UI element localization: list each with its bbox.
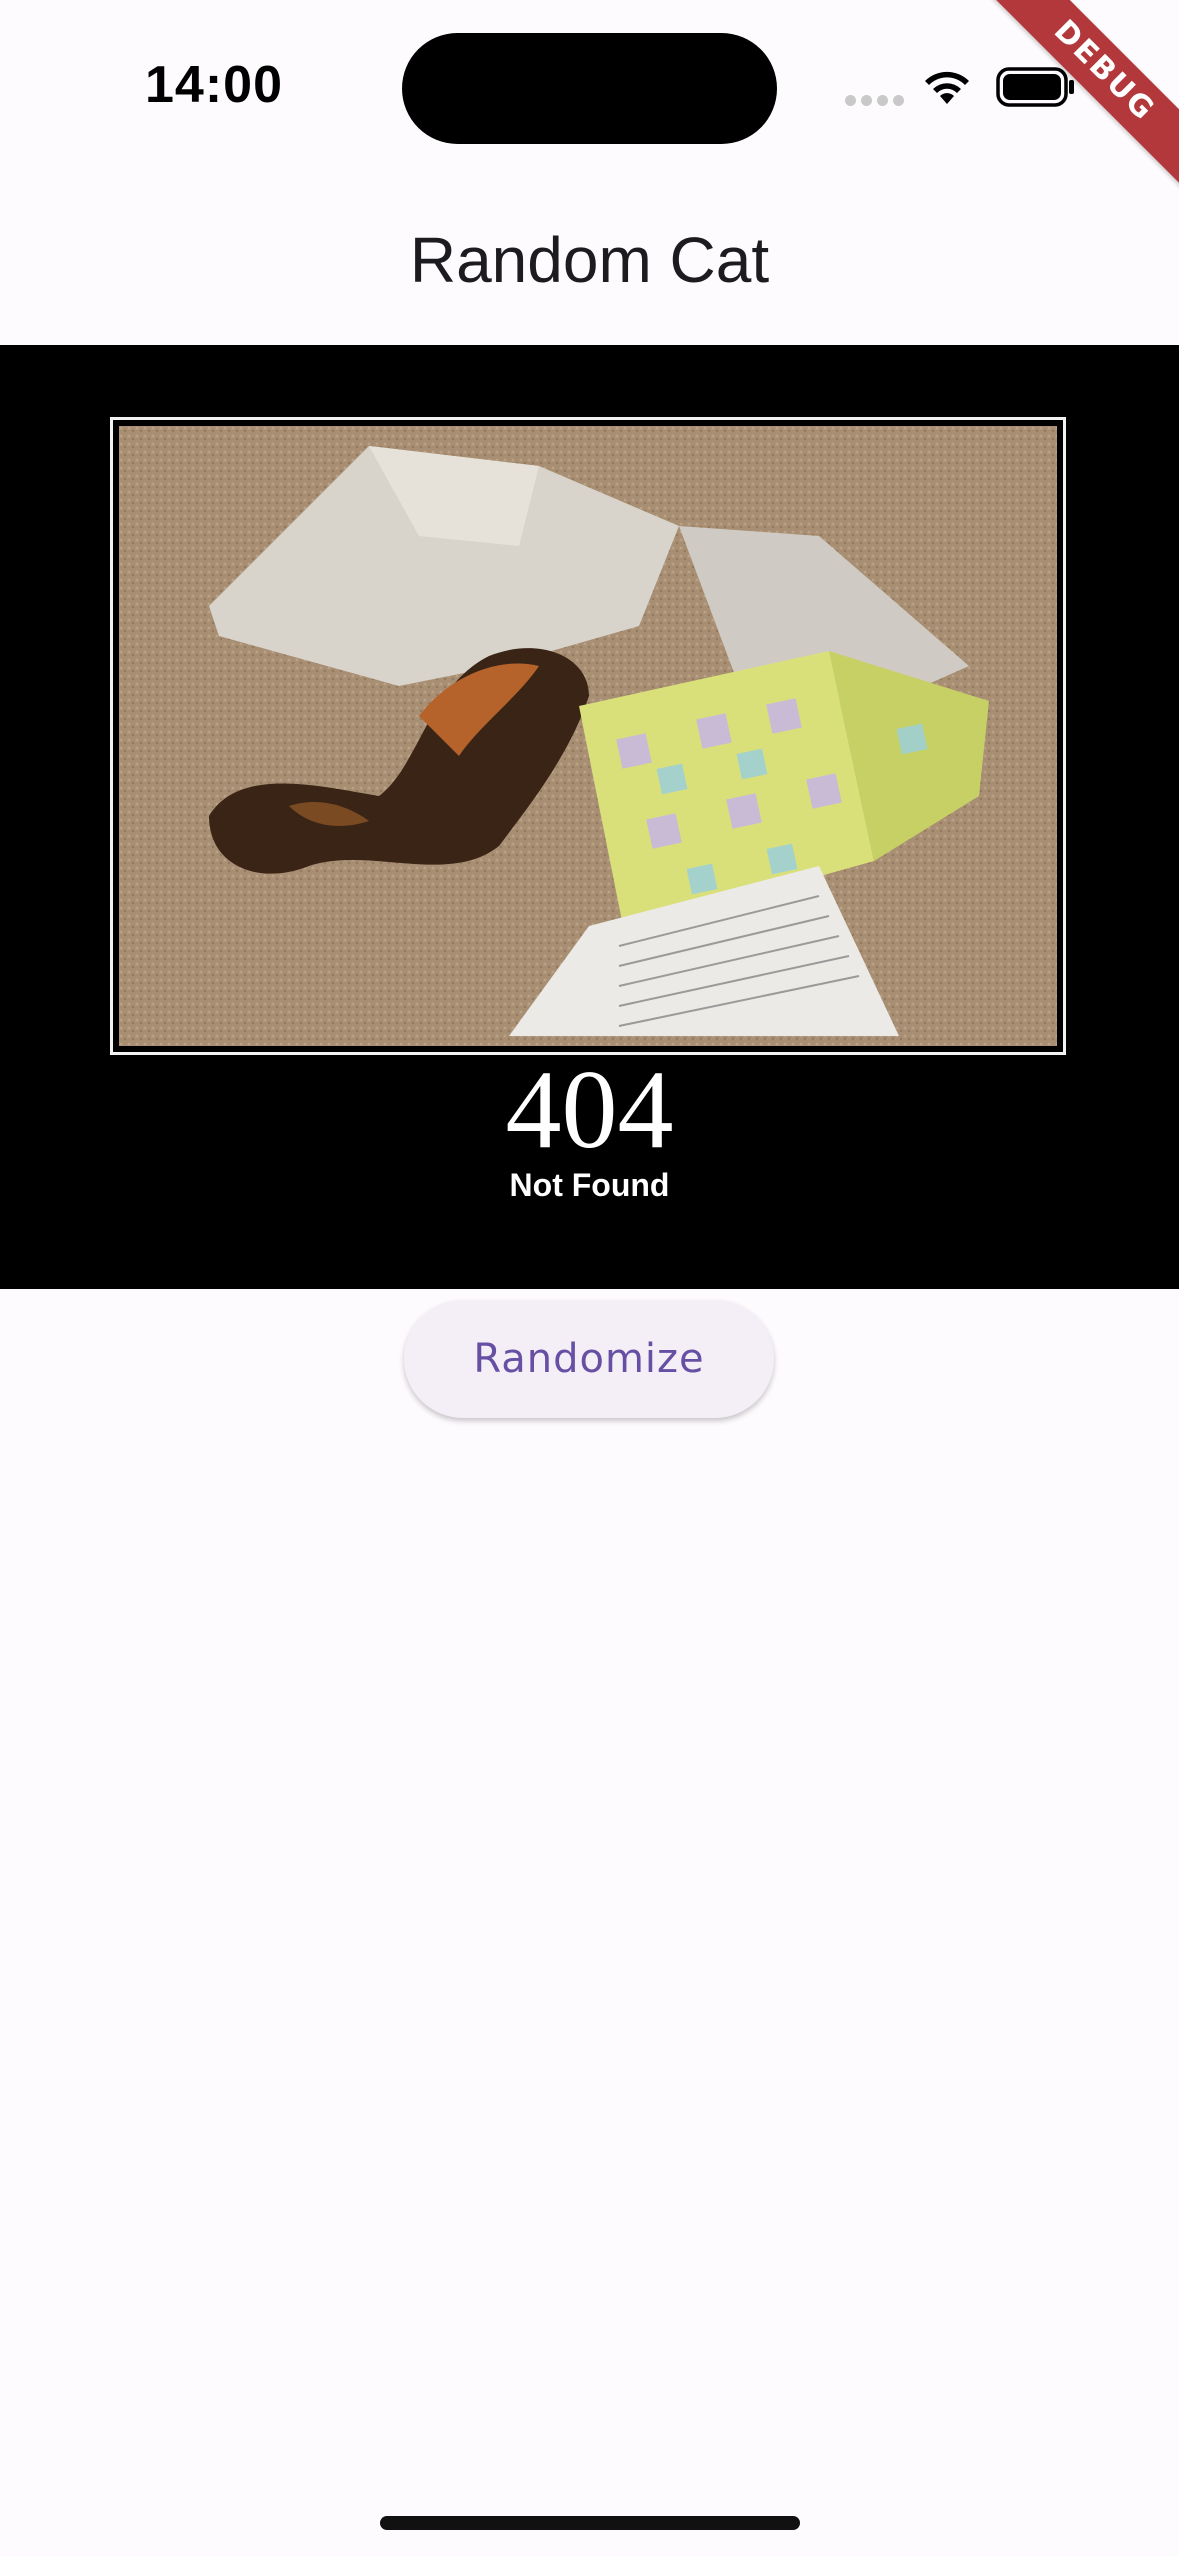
randomize-button[interactable]: Randomize (404, 1300, 774, 1418)
wifi-icon (925, 71, 969, 104)
signal-dots-icon (845, 95, 905, 107)
app-bar: Random Cat (0, 175, 1179, 345)
cat-photo (119, 426, 1057, 1046)
home-indicator[interactable] (380, 2516, 800, 2530)
error-caption-text: Not Found (509, 1167, 670, 1203)
photo-frame (110, 417, 1066, 1055)
page-title: Random Cat (409, 224, 770, 296)
cat-image: 404 Not Found (0, 345, 1179, 1289)
cat-photo-illustration (119, 426, 1057, 1046)
error-code-text: 404 (505, 1048, 674, 1172)
status-time: 14:00 (145, 56, 283, 114)
dynamic-island (402, 33, 777, 144)
status-bar: 14:00 (0, 0, 1179, 175)
battery-icon (996, 67, 1074, 107)
